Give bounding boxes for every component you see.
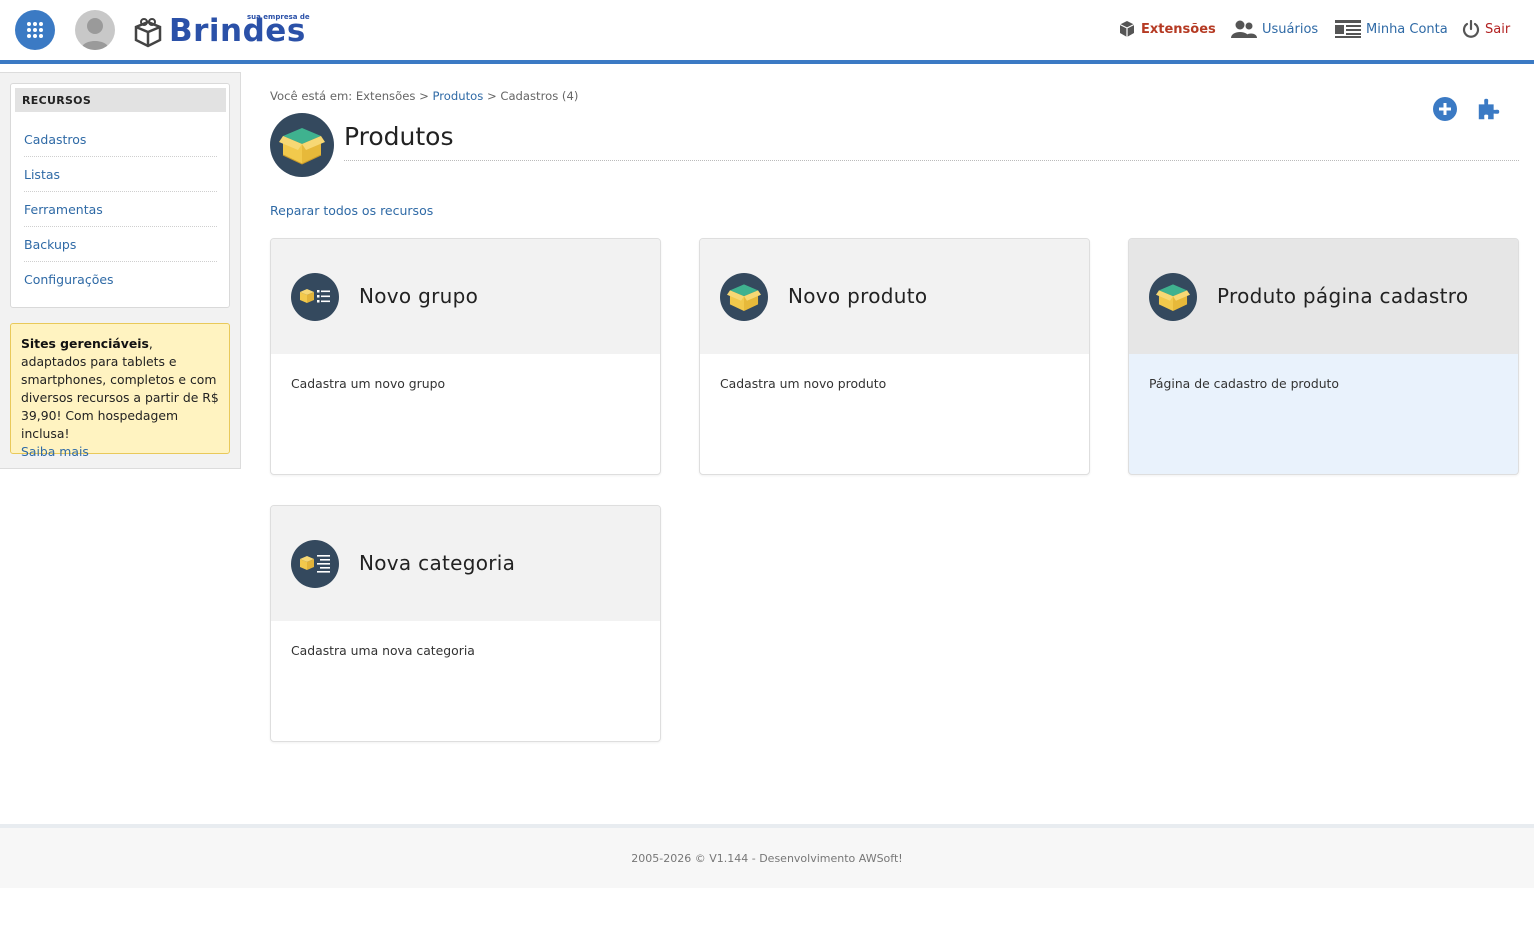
top-header: Brindes sua empresa de Extensões Usuário…: [0, 0, 1534, 60]
card-nova-categoria[interactable]: Nova categoria Cadastra uma nova categor…: [270, 505, 661, 742]
footer-copyright: 2005-2026 © V1.144 - Desenvolvimento AWS…: [631, 852, 903, 865]
card-header: Nova categoria: [271, 506, 660, 621]
grid-icon: [27, 22, 43, 38]
nav-minha-conta[interactable]: Minha Conta: [1335, 18, 1448, 40]
users-icon: [1231, 20, 1257, 38]
header-divider: [0, 60, 1534, 64]
card-novo-produto[interactable]: Novo produto Cadastra um novo produto: [699, 238, 1090, 475]
card-header: Novo produto: [700, 239, 1089, 354]
puzzle-piece-icon: [1478, 98, 1500, 120]
user-silhouette-icon: [81, 18, 109, 50]
category-list-icon: [300, 555, 330, 573]
nav-minha-conta-label: Minha Conta: [1366, 21, 1448, 37]
add-button[interactable]: [1432, 96, 1458, 122]
card-icon: [291, 273, 339, 321]
apps-grid-button[interactable]: [15, 10, 55, 50]
breadcrumb: Você está em: Extensões > Produtos > Cad…: [270, 89, 578, 103]
breadcrumb-sep: >: [486, 89, 497, 103]
account-card-icon: [1335, 20, 1361, 38]
card-title: Novo produto: [788, 284, 928, 308]
card-produto-pagina-cadastro[interactable]: Produto página cadastro Página de cadast…: [1128, 238, 1519, 475]
logo[interactable]: Brindes sua empresa de: [133, 12, 310, 48]
card-icon: [291, 540, 339, 588]
card-description: Página de cadastro de produto: [1149, 376, 1339, 391]
card-description: Cadastra uma nova categoria: [291, 643, 475, 658]
promo-bold: Sites gerenciáveis: [21, 336, 149, 351]
card-title: Produto página cadastro: [1217, 284, 1469, 308]
sidebar-item-ferramentas[interactable]: Ferramentas: [24, 192, 217, 227]
card-novo-grupo[interactable]: Novo grupo Cadastra um novo grupo: [270, 238, 661, 475]
nav-extensoes-label: Extensões: [1141, 21, 1216, 37]
cube-icon: [1119, 21, 1135, 37]
group-list-icon: [300, 289, 330, 303]
page-icon: [270, 113, 334, 177]
gift-box-icon: [134, 18, 162, 48]
breadcrumb-sep: >: [419, 89, 429, 103]
sidebar: RECURSOS Cadastros Listas Ferramentas Ba…: [0, 72, 241, 469]
title-divider: [344, 160, 1519, 161]
product-box-icon: [1156, 284, 1190, 312]
nav-extensoes[interactable]: Extensões: [1118, 18, 1216, 40]
breadcrumb-link-produtos[interactable]: Produtos: [432, 89, 483, 103]
card-header: Produto página cadastro: [1129, 239, 1518, 354]
product-box-icon: [727, 284, 761, 312]
footer: 2005-2026 © V1.144 - Desenvolvimento AWS…: [0, 828, 1534, 888]
repair-all-link[interactable]: Reparar todos os recursos: [270, 203, 433, 218]
avatar[interactable]: [75, 10, 115, 50]
card-description: Cadastra um novo produto: [720, 376, 887, 391]
page-title: Produtos: [344, 122, 454, 151]
nav-sair-label: Sair: [1485, 21, 1511, 37]
plus-circle-icon: [1433, 97, 1457, 121]
logo-tagline: sua empresa de: [247, 13, 310, 21]
resources-panel: RECURSOS Cadastros Listas Ferramentas Ba…: [10, 83, 230, 308]
promo-text: , adaptados para tablets e smartphones, …: [21, 336, 219, 441]
nav-usuarios[interactable]: Usuários: [1231, 18, 1318, 40]
product-box-icon: [279, 128, 325, 165]
nav-sair[interactable]: Sair: [1462, 18, 1510, 40]
promo-link[interactable]: Saiba mais: [21, 444, 89, 459]
card-title: Nova categoria: [359, 551, 516, 575]
power-icon: [1462, 20, 1480, 38]
card-icon: [1149, 273, 1197, 321]
breadcrumb-current: Cadastros (4): [500, 89, 579, 103]
card-header: Novo grupo: [271, 239, 660, 354]
nav-usuarios-label: Usuários: [1262, 21, 1319, 37]
sidebar-item-cadastros[interactable]: Cadastros: [24, 122, 217, 157]
sidebar-item-backups[interactable]: Backups: [24, 227, 217, 262]
card-icon: [720, 273, 768, 321]
sidebar-item-listas[interactable]: Listas: [24, 157, 217, 192]
plugin-button[interactable]: [1476, 96, 1502, 122]
resources-title: RECURSOS: [15, 88, 226, 112]
sidebar-item-configuracoes[interactable]: Configurações: [24, 262, 217, 297]
breadcrumb-prefix: Você está em: Extensões: [270, 89, 416, 103]
promo-box: Sites gerenciáveis, adaptados para table…: [10, 323, 230, 459]
card-title: Novo grupo: [359, 284, 479, 308]
card-description: Cadastra um novo grupo: [291, 376, 446, 391]
